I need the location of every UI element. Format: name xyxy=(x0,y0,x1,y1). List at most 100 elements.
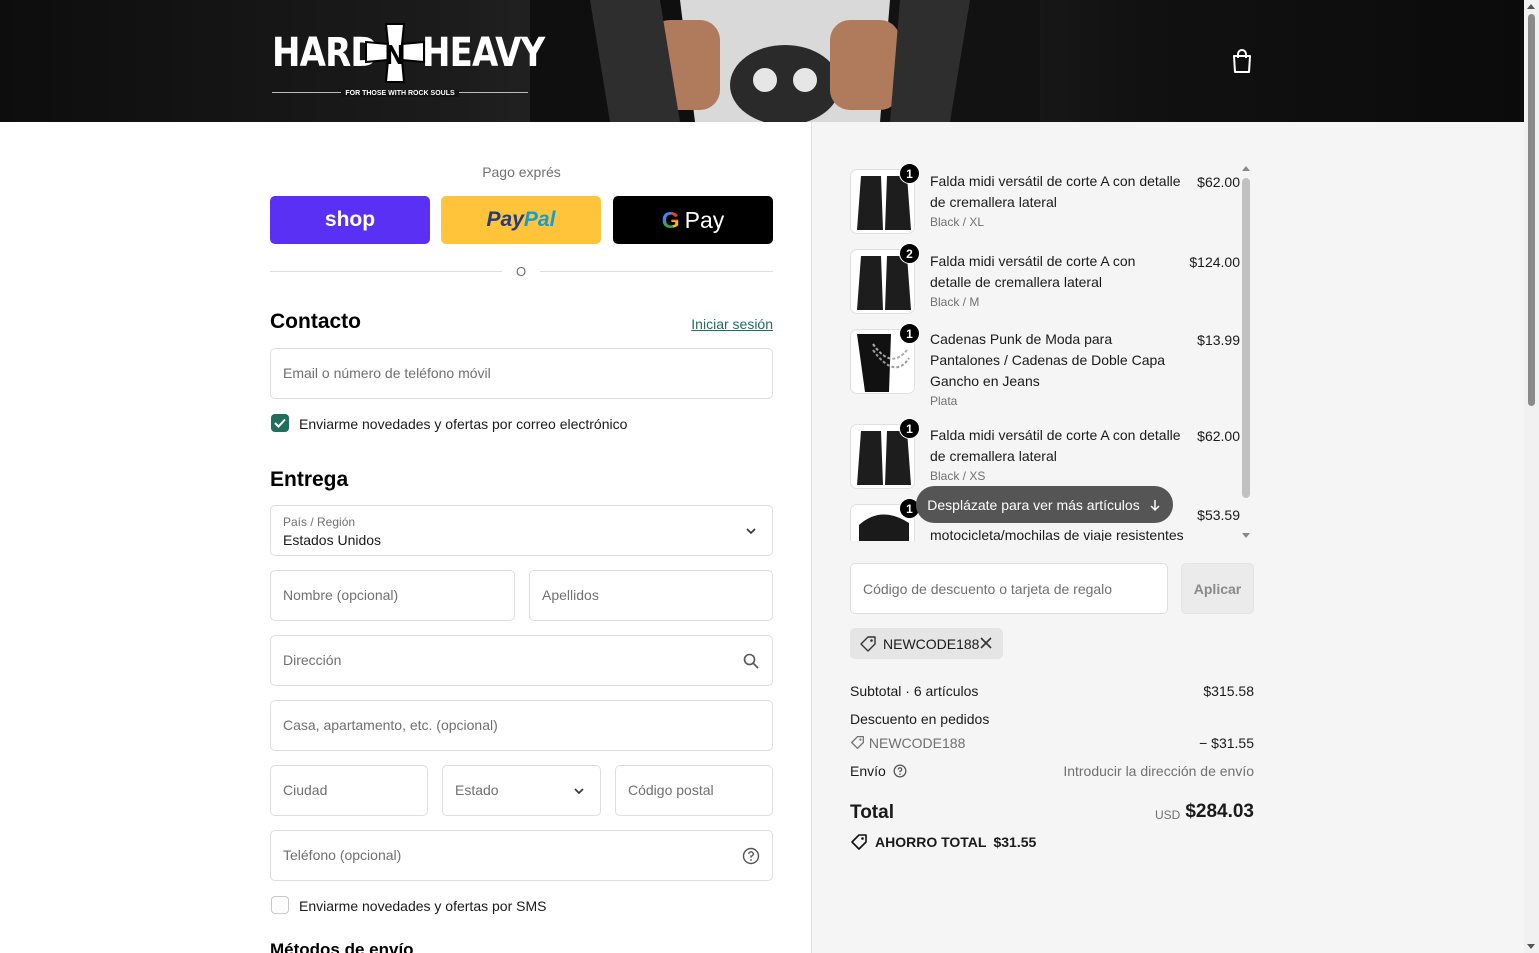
paypal-label-1: Pay xyxy=(486,208,524,231)
email-field[interactable]: Email o número de teléfono móvil xyxy=(270,348,773,399)
scroll-down-arrow-icon[interactable] xyxy=(1527,944,1535,949)
country-select[interactable]: País / Región Estados Unidos xyxy=(270,505,773,556)
address-placeholder: Dirección xyxy=(283,652,342,668)
city-field[interactable]: Ciudad xyxy=(270,765,428,816)
zip-placeholder: Código postal xyxy=(628,782,714,798)
total-savings: AHORRO TOTAL $31.55 xyxy=(850,833,1036,851)
state-placeholder: Estado xyxy=(455,782,499,798)
first-name-field[interactable]: Nombre (opcional) xyxy=(270,570,515,621)
item-variant: Black / XL xyxy=(930,215,985,229)
logo-tagline: FOR THOSE WITH ROCK SOULS xyxy=(341,90,459,97)
tag-icon xyxy=(851,736,864,749)
item-variant: Plata xyxy=(930,394,958,408)
country-value: Estados Unidos xyxy=(283,532,382,548)
tag-icon xyxy=(860,635,876,652)
savings-label: AHORRO TOTAL xyxy=(875,834,987,850)
item-price: $62.00 xyxy=(1197,174,1240,190)
phone-placeholder: Teléfono (opcional) xyxy=(283,847,402,863)
google-pay-button[interactable]: G Pay xyxy=(613,196,773,244)
shop-pay-label: shop xyxy=(324,208,376,231)
scroll-more-items-button[interactable]: Desplázate para ver más artículos xyxy=(916,486,1173,523)
sms-label: Enviarme novedades y ofertas por SMS xyxy=(299,898,547,914)
order-discount-label: Descuento en pedidos xyxy=(850,711,990,727)
item-variant: Black / XS xyxy=(930,469,986,483)
address-field[interactable]: Dirección xyxy=(270,635,773,686)
express-checkout-label: Pago exprés xyxy=(482,164,561,180)
country-label: País / Región xyxy=(283,515,356,529)
total-currency: USD xyxy=(1155,808,1181,822)
applied-discount-chip: NEWCODE188 xyxy=(850,628,1003,659)
cart-items-scrollbar[interactable] xyxy=(1241,164,1251,541)
state-select[interactable]: Estado xyxy=(442,765,601,816)
item-title: Falda midi versátil de corte A con detal… xyxy=(930,253,1136,290)
email-placeholder: Email o número de teléfono móvil xyxy=(283,365,491,381)
apartment-field[interactable]: Casa, apartamento, etc. (opcional) xyxy=(270,700,773,751)
paypal-button[interactable]: Pay Pal xyxy=(441,196,601,244)
delivery-title: Entrega xyxy=(270,468,349,491)
arrow-down-icon xyxy=(1150,499,1160,511)
divider-right xyxy=(540,271,773,272)
subtotal-label: Subtotal · 6 artículos xyxy=(850,683,979,699)
first-name-placeholder: Nombre (opcional) xyxy=(283,587,399,603)
shipping-value: Introducir la dirección de envío xyxy=(1063,763,1254,779)
summary-discount-code: NEWCODE188 xyxy=(868,735,966,751)
discount-code-field[interactable]: Código de descuento o tarjeta de regalo xyxy=(850,563,1168,614)
apartment-placeholder: Casa, apartamento, etc. (opcional) xyxy=(283,717,498,733)
shipping-methods-title: Métodos de envío xyxy=(270,940,414,953)
store-header: HARD N HEAVY FOR THOSE WITH ROCK SOULS xyxy=(0,0,1524,122)
page-scrollbar-thumb[interactable] xyxy=(1528,14,1535,406)
apply-label: Aplicar xyxy=(1193,580,1242,597)
cart-items-list[interactable]: 1 Falda midi versátil de corte A con det… xyxy=(850,164,1254,541)
svg-text:N: N xyxy=(384,41,406,71)
apply-discount-button[interactable]: Aplicar xyxy=(1181,563,1254,614)
item-variant: Black / M xyxy=(930,295,980,309)
city-placeholder: Ciudad xyxy=(283,782,328,798)
sms-checkbox[interactable] xyxy=(271,896,289,914)
page-scrollbar[interactable] xyxy=(1524,0,1539,953)
scroll-up-arrow-icon[interactable] xyxy=(1527,4,1535,9)
zip-field[interactable]: Código postal xyxy=(615,765,773,816)
cart-items-scrollbar-thumb[interactable] xyxy=(1242,178,1250,498)
newsletter-label: Enviarme novedades y ofertas por correo … xyxy=(299,416,628,432)
subtotal-value: $315.58 xyxy=(1203,683,1254,699)
quantity-badge: 1 xyxy=(899,323,920,344)
scroll-up-arrow-icon[interactable] xyxy=(1242,166,1250,171)
scroll-hint-label: Desplázate para ver más artículos xyxy=(927,496,1140,513)
quantity-badge: 1 xyxy=(899,164,920,184)
store-logo[interactable]: HARD N HEAVY FOR THOSE WITH ROCK SOULS xyxy=(272,23,545,100)
savings-value: $31.55 xyxy=(993,834,1037,850)
item-price: $53.59 xyxy=(1197,507,1240,523)
paypal-label-2: Pal xyxy=(523,208,556,231)
quantity-badge: 1 xyxy=(899,418,920,439)
item-price: $13.99 xyxy=(1197,332,1240,348)
order-discount-row: Descuento en pedidos xyxy=(850,711,1254,727)
chevron-down-icon xyxy=(574,788,584,795)
help-circle-icon[interactable] xyxy=(742,847,760,865)
hero-banner-image xyxy=(530,0,1040,122)
divider-left xyxy=(270,271,502,272)
tag-icon xyxy=(851,834,867,850)
applied-code-label: NEWCODE188 xyxy=(883,635,980,652)
contact-title: Contacto xyxy=(270,310,361,333)
shop-pay-button[interactable]: shop xyxy=(270,196,430,244)
item-title: Cadenas Punk de Moda para Pantalones / C… xyxy=(930,331,1166,389)
phone-field[interactable]: Teléfono (opcional) xyxy=(270,830,773,881)
item-title: motocicleta/mochilas de viaje resistente… xyxy=(930,527,1184,541)
remove-discount-close-icon[interactable] xyxy=(979,636,993,650)
discount-placeholder: Código de descuento o tarjeta de regalo xyxy=(863,581,1113,597)
logo-text-left: HARD xyxy=(272,30,379,76)
logo-text-right: HEAVY xyxy=(422,30,545,76)
check-icon xyxy=(274,418,286,428)
last-name-field[interactable]: Apellidos xyxy=(529,570,773,621)
item-price: $124.00 xyxy=(1189,254,1240,270)
login-link[interactable]: Iniciar sesión xyxy=(691,316,773,332)
help-circle-icon[interactable] xyxy=(893,764,907,778)
shopping-bag-icon[interactable] xyxy=(1230,48,1254,74)
scroll-down-arrow-icon[interactable] xyxy=(1242,533,1250,538)
quantity-badge: 2 xyxy=(899,243,920,264)
chevron-down-icon xyxy=(746,528,756,535)
subtotal-row: Subtotal · 6 artículos $315.58 xyxy=(850,683,1254,699)
item-title: Falda midi versátil de corte A con detal… xyxy=(930,427,1181,464)
item-price: $62.00 xyxy=(1197,428,1240,444)
newsletter-checkbox[interactable] xyxy=(271,414,289,432)
